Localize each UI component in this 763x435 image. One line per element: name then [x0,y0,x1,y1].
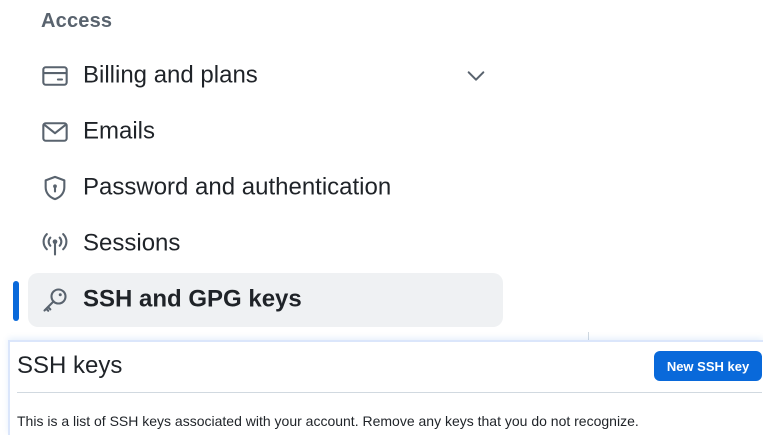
mail-icon [40,117,70,147]
divider [17,392,762,393]
credit-card-icon [40,61,70,91]
sidebar-item-label: Emails [83,117,156,145]
ssh-keys-panel: SSH keys New SSH key This is a list of S… [8,340,763,435]
settings-page: Access Billing and plans Emails Password… [0,0,763,435]
new-ssh-key-button[interactable]: New SSH key [654,351,762,381]
sidebar-item-label: Password and authentication [83,173,392,201]
active-indicator [13,281,19,321]
sidebar-item-billing[interactable]: Billing and plans [28,49,503,103]
ssh-keys-description: This is a list of SSH keys associated wi… [17,413,639,429]
sidebar-item-emails[interactable]: Emails [28,105,503,159]
sidebar-section-heading: Access [41,10,113,32]
sidebar-item-sessions[interactable]: Sessions [28,217,503,271]
shield-lock-icon [40,173,70,203]
sidebar-item-ssh-gpg-keys[interactable]: SSH and GPG keys [28,273,503,327]
broadcast-icon [40,229,70,259]
sidebar-item-label: Sessions [83,229,181,257]
chevron-down-icon[interactable] [465,65,487,87]
page-title: SSH keys [17,352,123,379]
sidebar-item-label: Billing and plans [83,61,258,89]
key-icon [40,285,70,315]
sidebar-item-password[interactable]: Password and authentication [28,161,503,215]
sidebar-item-label: SSH and GPG keys [83,285,302,313]
